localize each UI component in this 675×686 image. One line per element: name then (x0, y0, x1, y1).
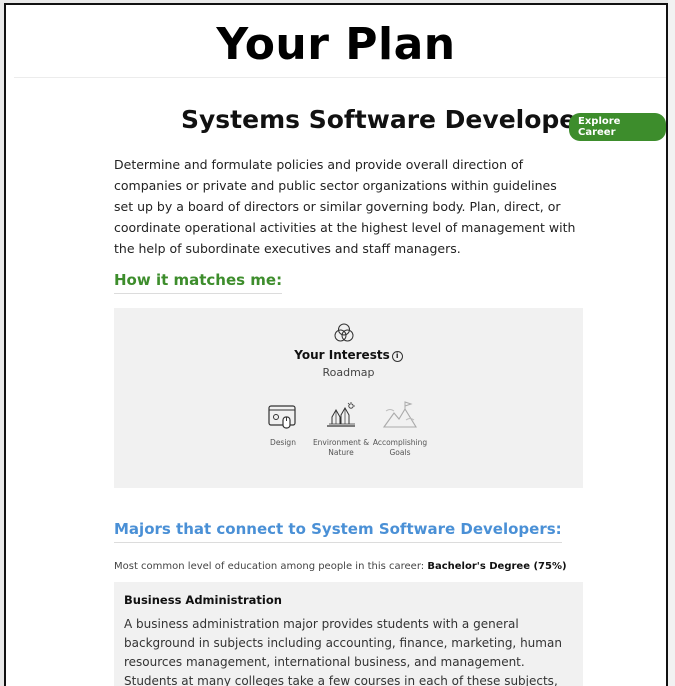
major-description: A business administration major provides… (124, 617, 562, 686)
career-description: Determine and formulate policies and pro… (114, 157, 576, 256)
environment-nature-icon (327, 402, 355, 427)
info-icon[interactable]: i (391, 351, 403, 362)
interest-label: Accomplishing Goals (372, 438, 428, 457)
explore-career-button[interactable]: Explore Career (569, 113, 666, 141)
scroll-edge (668, 0, 675, 686)
title-divider (14, 77, 666, 78)
interests-subtitle: Roadmap (322, 366, 375, 379)
major-name: Business Administration (124, 593, 282, 607)
major-card[interactable]: Business Administration A business admin… (114, 582, 583, 686)
education-prefix: Most common level of education among peo… (114, 561, 425, 572)
accomplishing-goals-icon (382, 401, 417, 428)
majors-heading: Majors that connect to System Software D… (114, 520, 562, 543)
career-title: Systems Software Developer (181, 105, 589, 134)
page-title: Your Plan (216, 19, 456, 70)
matches-heading: How it matches me: (114, 271, 283, 294)
education-level: Most common level of education among peo… (114, 561, 567, 572)
interests-panel: Your Interests i Roadmap Design Environm… (114, 308, 583, 488)
interests-venn-icon (334, 323, 354, 342)
interests-title-label: Your Interests (294, 348, 390, 362)
plan-page: Your Plan Systems Software Developer Exp… (4, 3, 668, 686)
interests-title: Your Interests i (114, 348, 583, 362)
interest-item-accomplishing-goals[interactable]: Accomplishing Goals (365, 400, 435, 458)
design-icon (268, 405, 296, 429)
education-value: Bachelor's Degree (75%) (427, 561, 567, 572)
